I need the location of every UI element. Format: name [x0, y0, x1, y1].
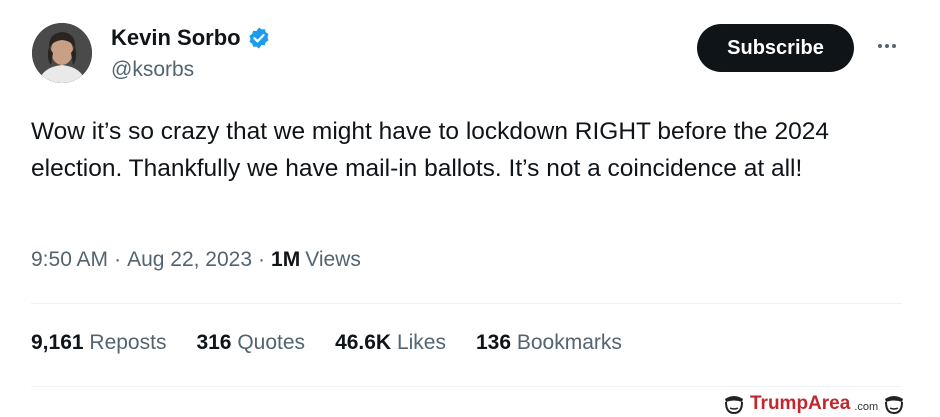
stat-reposts[interactable]: 9,161 Reposts [31, 331, 166, 355]
stat-label: Likes [396, 331, 446, 354]
stat-count: 316 [196, 331, 232, 354]
meta-separator: · [258, 248, 266, 271]
face-icon [885, 396, 904, 415]
engagement-stats: 9,161 Reposts 316 Quotes 46.6K Likes 136… [31, 331, 622, 355]
dot [892, 44, 896, 48]
stat-label: Reposts [89, 331, 167, 354]
tweet-date[interactable]: Aug 22, 2023 [127, 248, 252, 272]
dot [878, 44, 882, 48]
stat-count: 9,161 [31, 331, 84, 354]
watermark: TrumpArea .com [722, 391, 906, 417]
avatar-image [32, 23, 92, 83]
tweet-text: Wow it’s so crazy that we might have to … [31, 118, 829, 182]
divider [31, 303, 902, 304]
avatar[interactable] [32, 23, 92, 83]
stat-count: 136 [475, 331, 512, 354]
verified-badge-icon [249, 27, 269, 49]
author-name-row: Kevin Sorbo [111, 25, 271, 51]
subscribe-button[interactable]: Subscribe [697, 24, 854, 72]
stat-count: 46.6K [335, 331, 392, 354]
views-label: Views [305, 248, 361, 271]
stat-quotes[interactable]: 316 Quotes [196, 331, 305, 355]
stat-label: Bookmarks [516, 331, 622, 354]
stat-label: Quotes [237, 331, 306, 354]
author-name[interactable]: Kevin Sorbo [111, 25, 241, 51]
tweet-time[interactable]: 9:50 AM [31, 248, 108, 272]
watermark-domain: .com [854, 401, 879, 413]
stat-likes[interactable]: 46.6K Likes [335, 331, 446, 355]
author-handle[interactable]: @ksorbs [111, 58, 194, 82]
meta-separator: · [114, 248, 122, 271]
views-count: 1M [271, 248, 301, 271]
more-dots-icon[interactable] [872, 34, 902, 58]
dot [885, 44, 889, 48]
divider [31, 386, 902, 387]
tweet-meta: 9:50 AM · Aug 22, 2023 · 1M Views [31, 248, 361, 272]
stat-bookmarks[interactable]: 136 Bookmarks [476, 331, 622, 355]
tweet-card: Kevin Sorbo @ksorbs Subscribe Wow it’s s… [0, 0, 932, 390]
watermark-brand: TrumpArea [750, 393, 851, 414]
face-icon [725, 396, 743, 415]
